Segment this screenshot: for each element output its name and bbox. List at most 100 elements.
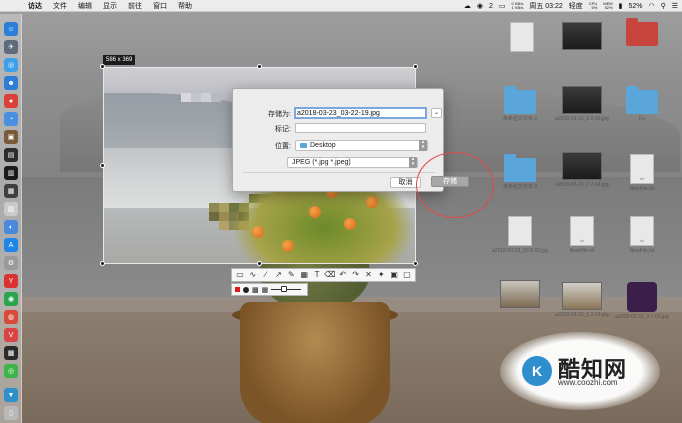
curve-tool-icon[interactable]: ∿	[248, 270, 258, 280]
desktop-file[interactable]: txt NewFile.txt	[612, 154, 672, 192]
location-select[interactable]: Desktop ▴ ▾	[295, 140, 428, 151]
app-icon[interactable]: ▦	[4, 184, 18, 198]
orange-fruit	[252, 226, 264, 238]
arrow-tool-icon[interactable]: ↗	[274, 270, 284, 280]
wechat-icon[interactable]: ◉	[477, 2, 483, 10]
spotlight-search-icon[interactable]: ⚲	[661, 2, 666, 10]
color-swatch-red[interactable]	[235, 287, 240, 292]
resize-handle[interactable]	[413, 64, 418, 69]
expand-dialog-chevron-icon[interactable]: ⌄	[431, 108, 442, 118]
system-preferences-icon[interactable]: ⚙	[4, 256, 18, 270]
cloud-icon[interactable]: ☁	[464, 2, 471, 10]
desktop-file[interactable]: a2018-03-23_0 2-24.jpg	[552, 282, 612, 318]
desktop-file[interactable]: a2018-03-23_03 9-03.jpg	[490, 216, 550, 254]
file-name: Fa	[639, 116, 645, 122]
size-slider[interactable]	[271, 286, 302, 292]
resize-handle[interactable]	[100, 163, 105, 168]
app-icon[interactable]: ◐	[4, 220, 18, 234]
mosaic-pattern-icon[interactable]: ▩	[252, 286, 259, 294]
text-editor-icon[interactable]: ▧	[4, 202, 18, 216]
yandex-icon[interactable]: Y	[4, 274, 18, 288]
battery-icon[interactable]: ▮	[619, 2, 623, 10]
rectangle-tool-icon[interactable]: ▭	[235, 270, 245, 280]
desktop-file[interactable]	[490, 280, 550, 308]
wifi-icon[interactable]: ◠	[648, 2, 654, 10]
line-tool-icon[interactable]: ∕	[261, 270, 271, 280]
desktop-file[interactable]	[612, 18, 672, 46]
downloads-folder-icon[interactable]: ▼	[4, 388, 18, 402]
wechat-dock-icon[interactable]: ◎	[4, 364, 18, 378]
chrome-icon[interactable]: ◉	[4, 292, 18, 306]
menu-file[interactable]: 文件	[53, 1, 67, 11]
photos-app-icon[interactable]: ▣	[4, 130, 18, 144]
folder-icon	[626, 18, 658, 46]
resize-handle[interactable]	[257, 261, 262, 266]
brightness-label[interactable]: 轻度	[569, 1, 583, 11]
clock[interactable]: 周五 03:22	[529, 1, 562, 11]
desktop-file[interactable]: Fa	[612, 86, 672, 122]
mosaic-pixel	[219, 212, 229, 221]
tags-input[interactable]	[295, 123, 426, 133]
desktop-file[interactable]: a2018-03-22_0 2-04.jpg	[552, 152, 612, 188]
resize-handle[interactable]	[100, 64, 105, 69]
folder-icon	[504, 154, 536, 182]
trash-icon[interactable]: ▯	[4, 406, 18, 420]
activity-monitor-icon[interactable]: ▥	[4, 166, 18, 180]
file-name: NewFile.txt	[629, 248, 655, 254]
pin-icon[interactable]: ✦	[376, 270, 386, 280]
mosaic-pixel	[219, 203, 229, 212]
desktop-file[interactable]: a2018-03-22_0 1-05.jpg	[612, 282, 672, 320]
desktop-file[interactable]: 未命名文件夹 2	[490, 86, 550, 122]
desktop-file[interactable]: a2018-03-22_0 2-58.jpg	[552, 86, 612, 122]
desktop-file[interactable]: 未命名文件夹 3	[490, 154, 550, 190]
save-icon[interactable]: ▣	[389, 270, 399, 280]
redo-icon[interactable]: ↷	[351, 270, 361, 280]
size-slider-thumb[interactable]	[281, 286, 288, 292]
resize-handle[interactable]	[257, 64, 262, 69]
menu-window[interactable]: 窗口	[153, 1, 167, 11]
display-icon[interactable]: ▭	[499, 2, 506, 10]
menu-view[interactable]: 显示	[103, 1, 117, 11]
checker-pattern-icon[interactable]: ▦	[262, 286, 269, 294]
filename-input[interactable]	[294, 107, 427, 119]
menu-edit[interactable]: 编辑	[78, 1, 92, 11]
menu-app-name[interactable]: 访达	[28, 1, 42, 11]
app-icon[interactable]: ▩	[4, 346, 18, 360]
eraser-tool-icon[interactable]: ⌫	[324, 270, 335, 280]
launchpad-icon[interactable]: ✈	[4, 40, 18, 54]
mosaic-pixel	[211, 93, 221, 102]
desktop-file[interactable]: txt NewFile.txt	[552, 216, 612, 254]
document-icon	[510, 22, 534, 52]
battery-percent: 52%	[628, 2, 643, 10]
format-select[interactable]: JPEG (*.jpg *.jpeg) ▴ ▾	[287, 157, 418, 168]
text-tool-icon[interactable]: T	[312, 270, 322, 280]
desktop-file[interactable]: txt NewFile.txt	[612, 216, 672, 254]
mosaic-tool-icon[interactable]: ▦	[299, 270, 309, 280]
notification-center-icon[interactable]: ☰	[672, 2, 678, 10]
safari-icon[interactable]: ◎	[4, 58, 18, 72]
finder-icon[interactable]: ☺	[4, 22, 18, 36]
vivaldi-icon[interactable]: V	[4, 328, 18, 342]
copy-icon[interactable]: ▢	[402, 270, 412, 280]
menu-help[interactable]: 帮助	[178, 1, 192, 11]
app-store-icon[interactable]: A	[4, 238, 18, 252]
close-icon[interactable]: ✕	[363, 270, 373, 280]
resize-handle[interactable]	[413, 261, 418, 266]
app-icon[interactable]: ●	[4, 94, 18, 108]
desktop-file[interactable]	[552, 22, 612, 50]
document-icon: txt	[570, 216, 594, 246]
image-thumbnail-icon	[562, 282, 602, 310]
contacts-icon[interactable]: ☻	[4, 76, 18, 90]
app-icon[interactable]: ◍	[4, 310, 18, 324]
pen-tool-icon[interactable]: ✎	[286, 270, 296, 280]
menu-bar: 访达 文件 编辑 显示 前往 窗口 帮助 ☁ ◉ 2 ▭ 0 KB/s 1 KB…	[0, 0, 682, 12]
menu-go[interactable]: 前往	[128, 1, 142, 11]
resize-handle[interactable]	[100, 261, 105, 266]
undo-icon[interactable]: ↶	[338, 270, 348, 280]
qq-icon[interactable]: ◔	[4, 112, 18, 126]
annotation-circle	[416, 152, 494, 218]
desktop-file[interactable]	[492, 22, 552, 54]
terminal-icon[interactable]: ▤	[4, 148, 18, 162]
brush-size-icon[interactable]	[243, 286, 249, 293]
tags-label: 标记:	[275, 126, 291, 133]
